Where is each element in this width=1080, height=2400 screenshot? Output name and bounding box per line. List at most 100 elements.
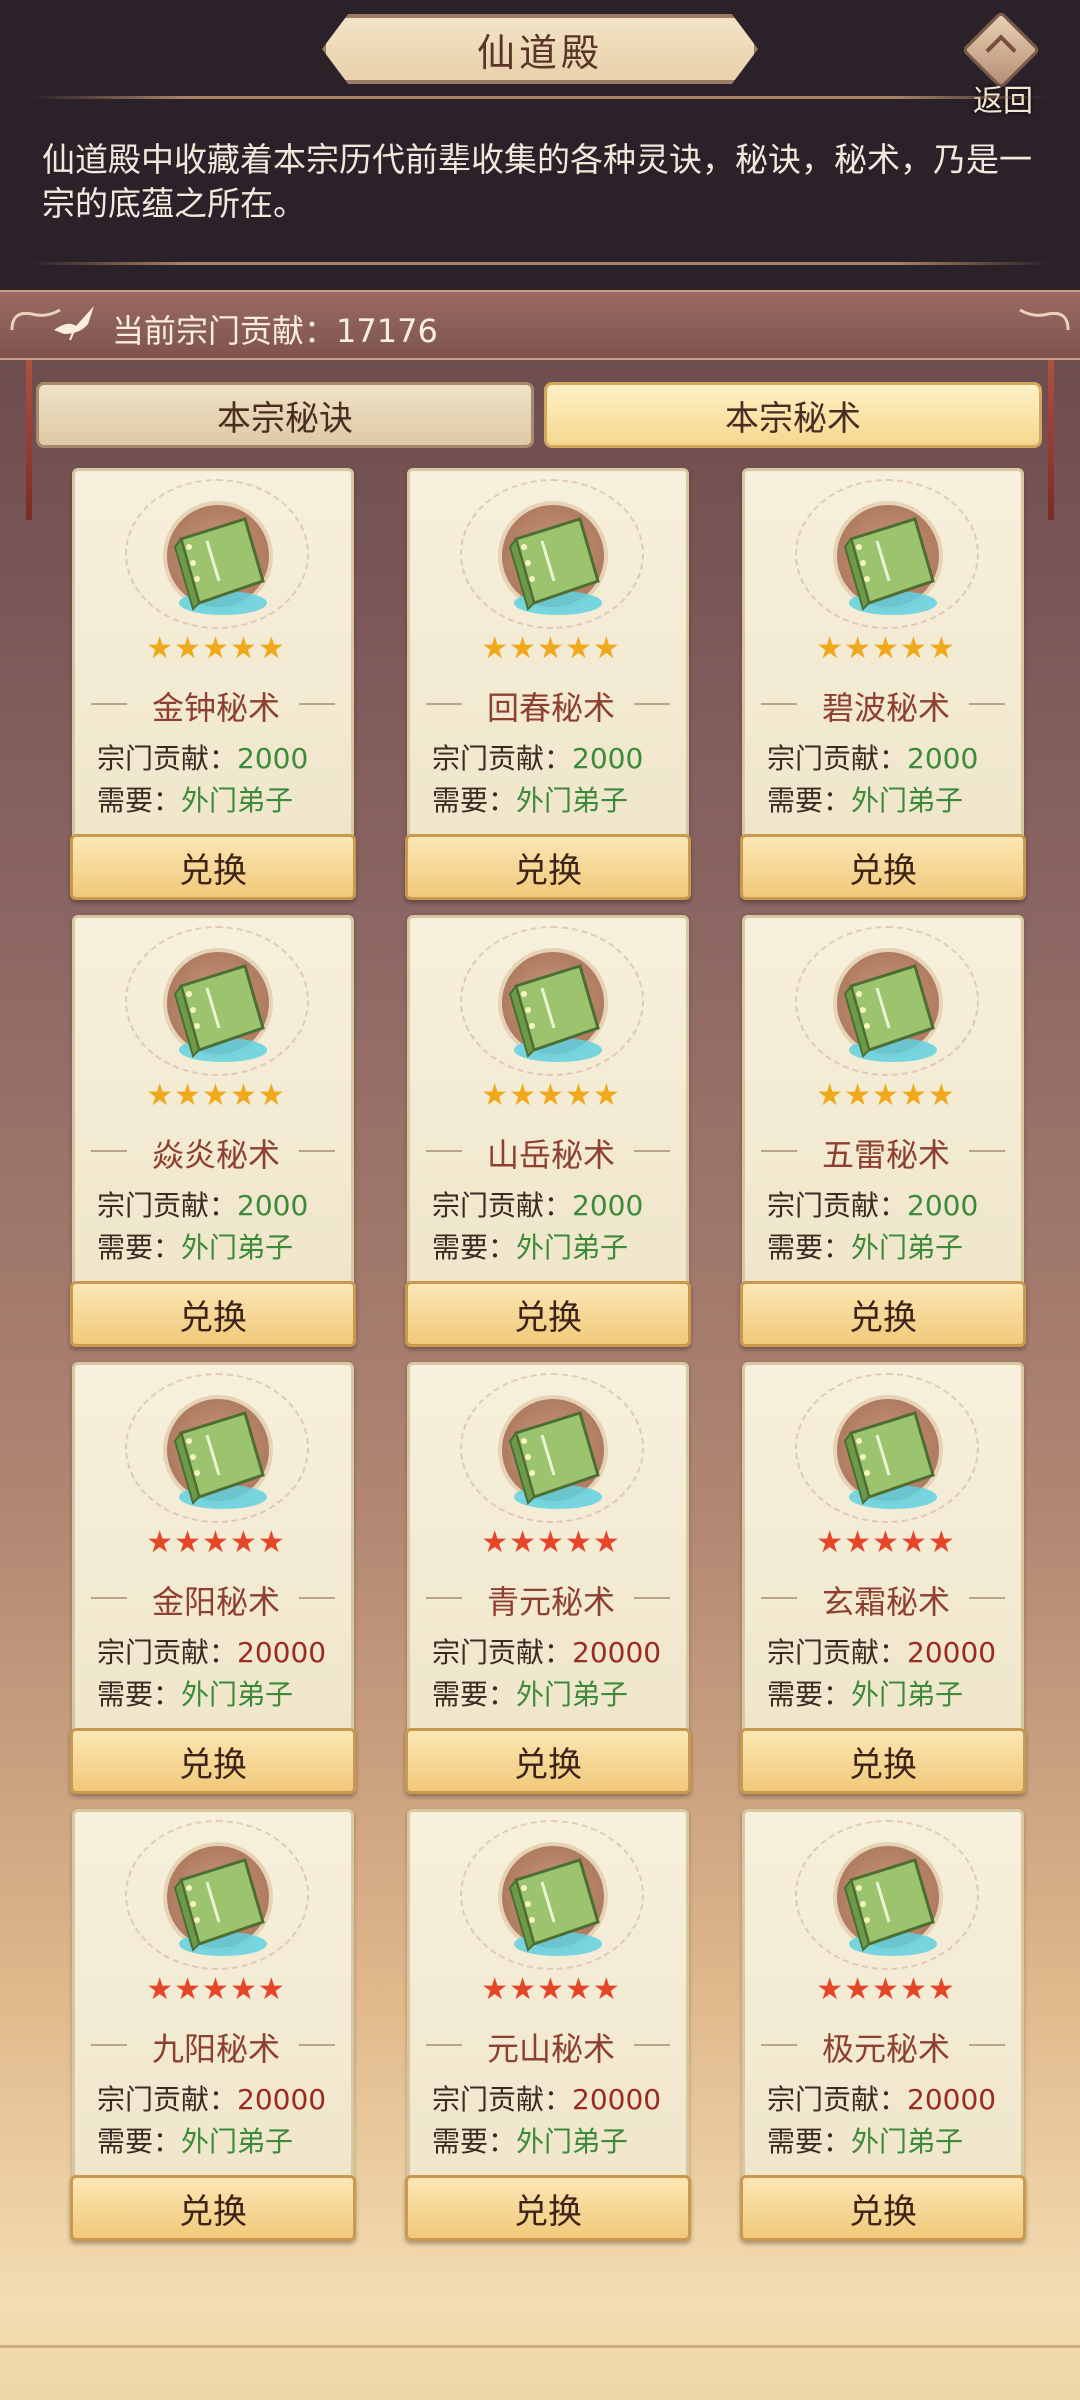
- requirement-value: 外门弟子: [851, 784, 964, 817]
- cost-value: 2000: [572, 1189, 644, 1222]
- requirement-label: 需要：: [767, 2125, 852, 2158]
- star-icon: ★: [146, 631, 175, 666]
- skill-card: ★★★★★ 九阳秘术宗门贡献：20000 需要：外门弟子兑换: [70, 1809, 357, 2241]
- skill-name: 极元秘术: [821, 2030, 950, 2068]
- star-rating: ★★★★★: [75, 1972, 357, 2007]
- star-icon: ★: [174, 631, 203, 666]
- star-rating: ★★★★★: [410, 1972, 692, 2007]
- requirement-line: 需要：外门弟子: [97, 2120, 293, 2160]
- redeem-label: 兑换: [514, 1744, 582, 1785]
- skill-name: 碧波秘术: [821, 689, 950, 727]
- scroll-ornament-left: [10, 308, 61, 331]
- star-icon: ★: [844, 1972, 873, 2007]
- redeem-button[interactable]: 兑换: [70, 2175, 356, 2241]
- redeem-label: 兑换: [849, 1744, 917, 1785]
- redeem-label: 兑换: [849, 2191, 917, 2232]
- star-rating: ★★★★★: [410, 631, 692, 666]
- cost-label: 宗门贡献：: [767, 1636, 908, 1669]
- redeem-label: 兑换: [849, 850, 917, 891]
- back-button[interactable]: 返回: [955, 10, 1055, 119]
- cost-label: 宗门贡献：: [97, 742, 238, 775]
- redeem-button[interactable]: 兑换: [405, 2175, 691, 2241]
- star-icon: ★: [481, 1525, 510, 1560]
- redeem-button[interactable]: 兑换: [405, 834, 691, 900]
- scroll-ornament-right: [1019, 308, 1070, 331]
- scroll-book-icon: [829, 1405, 949, 1515]
- star-icon: ★: [509, 1078, 538, 1113]
- redeem-button[interactable]: 兑换: [740, 834, 1026, 900]
- contribution-text: 当前宗门贡献：17176: [112, 312, 438, 350]
- cost-line: 宗门贡献：20000: [767, 1631, 996, 1671]
- requirement-value: 外门弟子: [181, 1678, 294, 1711]
- star-icon: ★: [592, 1972, 621, 2007]
- redeem-button[interactable]: 兑换: [740, 1728, 1026, 1794]
- redeem-button[interactable]: 兑换: [70, 1728, 356, 1794]
- title-plaque: 仙道殿: [322, 14, 758, 84]
- star-icon: ★: [257, 631, 286, 666]
- star-icon: ★: [899, 631, 928, 666]
- requirement-value: 外门弟子: [851, 1231, 964, 1264]
- skill-name: 焱炎秘术: [151, 1136, 280, 1174]
- cost-line: 宗门贡献：2000: [97, 737, 308, 777]
- cost-label: 宗门贡献：: [432, 1636, 573, 1669]
- skill-name: 九阳秘术: [151, 2030, 280, 2068]
- redeem-button[interactable]: 兑换: [405, 1728, 691, 1794]
- cost-label: 宗门贡献：: [767, 742, 908, 775]
- star-icon: ★: [816, 1972, 845, 2007]
- skill-card: ★★★★★ 玄霜秘术 宗门贡献：20000 需要：外门弟子 兑换: [740, 1362, 1027, 1794]
- tab-label: 本宗秘诀: [217, 398, 353, 439]
- cost-value: 20000: [907, 2083, 997, 2116]
- redeem-button[interactable]: 兑换: [405, 1281, 691, 1347]
- header-panel: 仙道殿 返回 仙道殿中收藏着本宗历代前辈收集的各种灵诀，秘诀，秘术，乃是一宗的底…: [0, 0, 1080, 290]
- skill-name: 山岳秘术: [486, 1136, 615, 1174]
- star-rating: ★★★★★: [745, 1525, 1027, 1560]
- requirement-label: 需要：: [767, 784, 852, 817]
- card-body: ★★★★★ 极元秘术 宗门贡献：20000 需要：外门弟子: [742, 1809, 1024, 2181]
- scroll-book-icon: [494, 511, 614, 621]
- redeem-label: 兑换: [514, 1297, 582, 1338]
- scroll-book-icon: [159, 511, 279, 621]
- redeem-label: 兑换: [179, 850, 247, 891]
- star-icon: ★: [872, 1078, 900, 1113]
- skill-card: ★★★★★ 极元秘术 宗门贡献：20000 需要：外门弟子 兑换: [740, 1809, 1026, 2241]
- skill-name: 金阳秘术: [151, 1583, 280, 1621]
- requirement-line: 需要：外门弟子: [432, 1226, 628, 1266]
- requirement-value: 外门弟子: [851, 2125, 964, 2158]
- cost-line: 宗门贡献：20000: [97, 2078, 326, 2118]
- redeem-button[interactable]: 兑换: [740, 1281, 1026, 1347]
- skill-card: ★★★★★ 碧波秘术 宗门贡献：2000 需要：外门弟子 兑换: [740, 468, 1026, 900]
- cost-line: 宗门贡献：20000: [97, 1631, 326, 1671]
- star-icon: ★: [564, 1972, 593, 2007]
- tab-sect-secret-art[interactable]: 本宗秘术: [544, 382, 1042, 448]
- star-icon: ★: [257, 1525, 286, 1560]
- scroll-book-icon: [829, 511, 949, 621]
- star-icon: ★: [899, 1972, 928, 2007]
- skill-card: ★★★★★ 焱炎秘术 宗门贡献：2000 需要：外门弟子 兑换: [70, 915, 356, 1347]
- card-body: ★★★★★ 山岳秘术 宗门贡献：2000 需要：外门弟子: [407, 915, 689, 1287]
- card-body: ★★★★★ 青元秘术 宗门贡献：20000 需要：外门弟子: [407, 1362, 689, 1734]
- scroll-book-icon: [159, 958, 279, 1068]
- scroll-book-icon: [494, 1852, 614, 1962]
- requirement-label: 需要：: [432, 1678, 517, 1711]
- requirement-label: 需要：: [97, 1231, 182, 1264]
- redeem-button[interactable]: 兑换: [70, 834, 356, 900]
- star-icon: ★: [927, 1078, 956, 1113]
- star-icon: ★: [816, 1078, 845, 1113]
- star-icon: ★: [174, 1525, 203, 1560]
- star-icon: ★: [202, 1972, 230, 2007]
- scroll-book-icon: [829, 1852, 949, 1962]
- redeem-label: 兑换: [179, 1297, 247, 1338]
- redeem-button[interactable]: 兑换: [70, 1281, 356, 1347]
- requirement-value: 外门弟子: [516, 784, 629, 817]
- star-icon: ★: [872, 1525, 900, 1560]
- requirement-line: 需要：外门弟子: [432, 2120, 628, 2160]
- star-icon: ★: [229, 631, 258, 666]
- star-icon: ★: [509, 1525, 538, 1560]
- redeem-button[interactable]: 兑换: [740, 2175, 1026, 2241]
- requirement-value: 外门弟子: [181, 784, 294, 817]
- star-icon: ★: [844, 631, 873, 666]
- star-icon: ★: [927, 1525, 956, 1560]
- tab-sect-secret-formula[interactable]: 本宗秘诀: [36, 382, 534, 448]
- cost-value: 2000: [907, 742, 979, 775]
- requirement-value: 外门弟子: [181, 1231, 294, 1264]
